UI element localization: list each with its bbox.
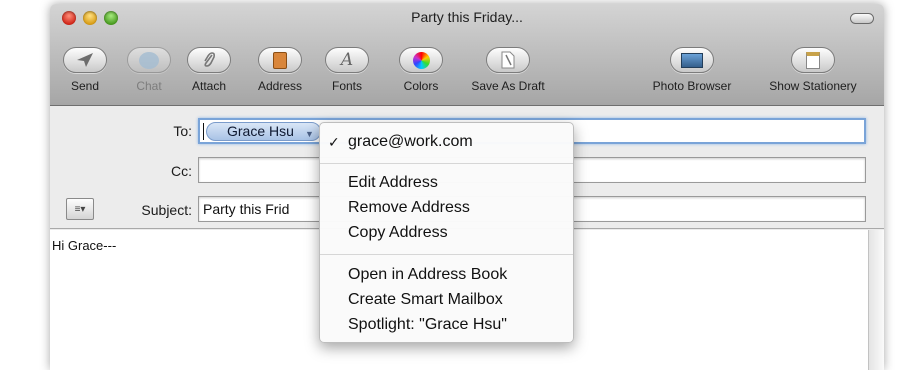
menu-item-create-smart-mailbox[interactable]: Create Smart Mailbox	[348, 288, 503, 312]
cc-label: Cc:	[171, 163, 192, 179]
toolbar-toggle-button[interactable]	[850, 13, 874, 24]
titlebar: Party this Friday... Send Chat Attach Ad…	[50, 4, 884, 106]
menu-item-remove-address[interactable]: Remove Address	[348, 196, 470, 220]
colors-button[interactable]: Colors	[394, 34, 448, 102]
menu-separator	[320, 163, 573, 164]
attach-button[interactable]: Attach	[184, 34, 234, 102]
menu-separator	[320, 254, 573, 255]
to-label: To:	[173, 123, 192, 139]
subject-label: Subject:	[141, 202, 192, 218]
menu-item-email-address[interactable]: grace@work.com	[348, 130, 473, 154]
save-as-draft-button[interactable]: Save As Draft	[460, 34, 556, 102]
paper-plane-icon	[63, 47, 107, 73]
color-wheel-icon	[399, 47, 443, 73]
recipient-token-label: Grace Hsu	[227, 123, 294, 139]
show-stationery-button[interactable]: Show Stationery	[754, 34, 872, 102]
text-cursor	[203, 123, 204, 140]
fonts-button[interactable]: A Fonts	[322, 34, 372, 102]
photo-browser-icon	[670, 47, 714, 73]
photo-browser-button[interactable]: Photo Browser	[640, 34, 744, 102]
paperclip-icon	[187, 47, 231, 73]
stationery-icon	[791, 47, 835, 73]
chat-button[interactable]: Chat	[126, 34, 172, 102]
address-button[interactable]: Address	[250, 34, 310, 102]
message-body-text: Hi Grace---	[52, 238, 117, 253]
recipient-context-menu: ✓ grace@work.com Edit Address Remove Add…	[319, 122, 574, 343]
send-button[interactable]: Send	[60, 34, 110, 102]
address-book-icon	[258, 47, 302, 73]
recipient-token[interactable]: Grace Hsu ▼	[206, 122, 321, 141]
chevron-down-icon[interactable]: ▼	[305, 126, 314, 143]
fonts-icon: A	[325, 47, 369, 73]
menu-item-spotlight[interactable]: Spotlight: "Grace Hsu"	[348, 313, 507, 337]
menu-item-edit-address[interactable]: Edit Address	[348, 171, 438, 195]
draft-icon	[486, 47, 530, 73]
vertical-scrollbar[interactable]	[868, 230, 884, 370]
list-menu-icon: ≡▾	[74, 203, 86, 215]
menu-item-open-in-address-book[interactable]: Open in Address Book	[348, 263, 507, 287]
header-options-button[interactable]: ≡▾	[66, 198, 94, 220]
checkmark-icon: ✓	[328, 134, 340, 150]
window-title: Party this Friday...	[411, 9, 523, 25]
menu-item-copy-address[interactable]: Copy Address	[348, 221, 448, 245]
chat-bubble-icon	[127, 47, 171, 73]
